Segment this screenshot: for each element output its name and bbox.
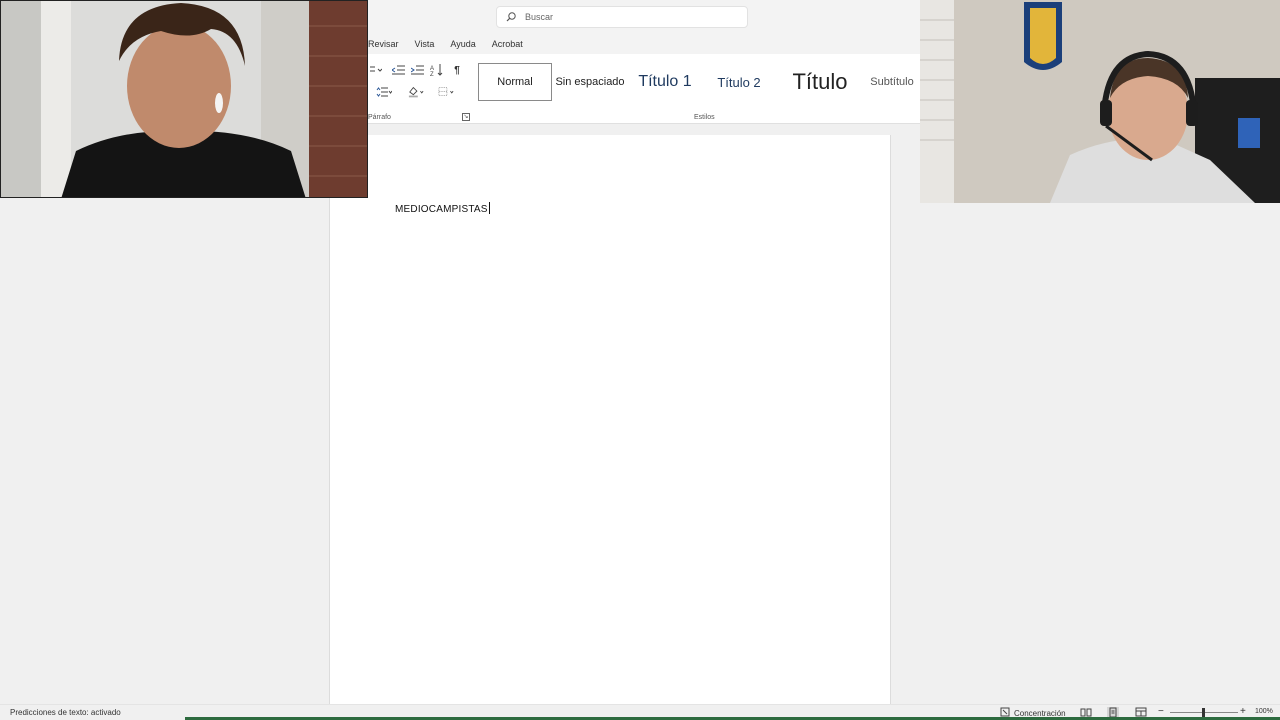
search-box[interactable]: Buscar	[496, 6, 748, 28]
zoom-in-button[interactable]: +	[1240, 706, 1246, 717]
style-titulo-1[interactable]: Título 1	[632, 63, 698, 101]
zoom-slider-thumb[interactable]	[1202, 708, 1205, 717]
sort-icon[interactable]: AZ	[429, 63, 445, 77]
document-page[interactable]: MEDIOCAMPISTAS	[329, 135, 891, 705]
text-predictions-status[interactable]: Predicciones de texto: activado	[10, 708, 121, 717]
style-titulo[interactable]: Título	[782, 63, 858, 101]
paragraph-group: AZ ¶ Párrafo ↘	[368, 54, 472, 124]
tab-acrobat[interactable]: Acrobat	[492, 39, 523, 49]
tab-revisar[interactable]: Revisar	[368, 39, 399, 49]
document-body[interactable]: MEDIOCAMPISTAS	[395, 202, 490, 215]
styles-group: Normal Sin espaciado Título 1 Título 2 T…	[476, 54, 920, 124]
shading-icon[interactable]	[408, 85, 424, 99]
webcam-right	[920, 0, 1280, 203]
borders-icon[interactable]	[438, 85, 454, 99]
menu-bar: Revisar Vista Ayuda Acrobat	[368, 34, 920, 54]
tab-vista[interactable]: Vista	[415, 39, 435, 49]
multilevel-list-icon[interactable]	[368, 63, 384, 77]
text-cursor	[488, 202, 490, 214]
pilcrow-icon[interactable]: ¶	[449, 63, 465, 77]
line-spacing-icon[interactable]	[376, 85, 392, 99]
zoom-out-button[interactable]: −	[1158, 706, 1164, 717]
style-sin-espaciado[interactable]: Sin espaciado	[554, 63, 626, 101]
paragraph-group-label: Párrafo	[368, 114, 391, 121]
svg-text:Z: Z	[430, 72, 434, 76]
decrease-indent-icon[interactable]	[390, 63, 406, 77]
style-subtitulo[interactable]: Subtítulo	[862, 63, 922, 101]
increase-indent-icon[interactable]	[409, 63, 425, 77]
ribbon: AZ ¶ Párrafo ↘ Normal Sin espaciado Títu…	[368, 54, 920, 124]
style-titulo-2[interactable]: Título 2	[714, 63, 764, 101]
zoom-level[interactable]: 100%	[1255, 708, 1273, 715]
webcam-left	[0, 0, 368, 198]
styles-group-label: Estilos	[694, 114, 715, 121]
title-bar: Buscar	[368, 0, 920, 34]
tab-ayuda[interactable]: Ayuda	[450, 39, 475, 49]
style-normal[interactable]: Normal	[478, 63, 552, 101]
paragraph-dialog-launcher-icon[interactable]: ↘	[462, 113, 470, 121]
search-placeholder: Buscar	[525, 12, 554, 22]
document-text: MEDIOCAMPISTAS	[395, 204, 488, 215]
search-icon	[505, 11, 517, 23]
